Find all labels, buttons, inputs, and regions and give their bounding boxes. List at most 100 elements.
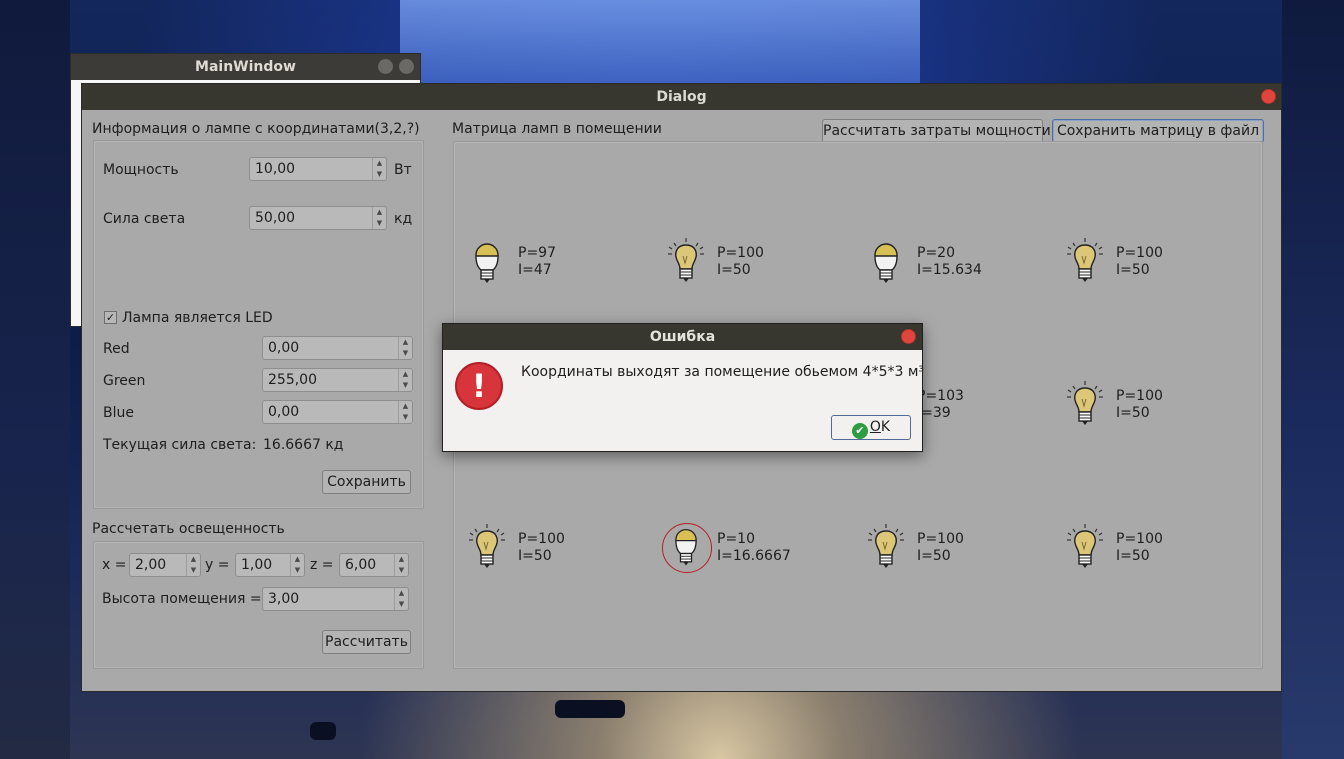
lamp-power: P=100 bbox=[518, 531, 565, 547]
spin-up-icon[interactable]: ▲ bbox=[291, 554, 304, 565]
spin-up-icon[interactable]: ▲ bbox=[373, 158, 386, 169]
main-window-titlebar[interactable]: MainWindow bbox=[71, 54, 420, 80]
spin-down-icon[interactable]: ▼ bbox=[399, 412, 412, 423]
spin-up-icon[interactable]: ▲ bbox=[187, 554, 200, 565]
light-bulb-icon[interactable] bbox=[664, 236, 708, 286]
power-spinbox[interactable]: 10,00 ▲ ▼ bbox=[249, 157, 387, 181]
current-intensity-value: 16.6667 кд bbox=[263, 437, 344, 453]
blue-label: Blue bbox=[103, 405, 134, 421]
led-checkbox[interactable]: ✓ bbox=[104, 311, 117, 324]
red-spinbox[interactable]: 0,00 ▲ ▼ bbox=[262, 336, 413, 360]
main-window-title: MainWindow bbox=[195, 59, 296, 75]
maximize-icon[interactable] bbox=[399, 59, 414, 74]
blue-value: 0,00 bbox=[268, 404, 300, 420]
dialog-titlebar[interactable]: Dialog bbox=[82, 84, 1281, 110]
wallpaper-shelf-right bbox=[1282, 0, 1344, 759]
green-value: 255,00 bbox=[268, 372, 317, 388]
calculate-button[interactable]: Рассчитать bbox=[322, 630, 411, 654]
intensity-spinbox[interactable]: 50,00 ▲ ▼ bbox=[249, 206, 387, 230]
spin-up-icon[interactable]: ▲ bbox=[399, 401, 412, 412]
spin-up-icon[interactable]: ▲ bbox=[395, 554, 408, 565]
spin-down-icon[interactable]: ▼ bbox=[373, 218, 386, 229]
save-button[interactable]: Сохранить bbox=[322, 470, 411, 494]
lamp-intensity: I=47 bbox=[518, 262, 552, 278]
spin-down-icon[interactable]: ▼ bbox=[291, 565, 304, 576]
close-icon[interactable] bbox=[1261, 89, 1276, 104]
calc-power-button[interactable]: Рассчитать затраты мощности bbox=[822, 119, 1051, 143]
lamp-power: P=20 bbox=[917, 245, 955, 261]
ok-button-label: K bbox=[880, 419, 891, 435]
light-bulb-icon[interactable] bbox=[1063, 236, 1107, 286]
error-dialog-titlebar[interactable]: Ошибка bbox=[443, 324, 922, 350]
lamp-intensity: I=50 bbox=[917, 548, 951, 564]
light-bulb-icon[interactable] bbox=[864, 522, 908, 572]
power-label: Мощность bbox=[103, 162, 179, 178]
light-bulb-icon[interactable] bbox=[1063, 522, 1107, 572]
red-label: Red bbox=[103, 341, 130, 357]
minimize-icon[interactable] bbox=[378, 59, 393, 74]
light-bulb-icon[interactable] bbox=[1063, 379, 1107, 429]
spin-down-icon[interactable]: ▼ bbox=[373, 169, 386, 180]
matrix-title: Матрица ламп в помещении bbox=[452, 121, 662, 137]
intensity-label: Сила света bbox=[103, 211, 186, 227]
blue-spinbox[interactable]: 0,00 ▲ ▼ bbox=[262, 400, 413, 424]
lamp-intensity: I=50 bbox=[717, 262, 751, 278]
spin-down-icon[interactable]: ▼ bbox=[399, 348, 412, 359]
close-icon[interactable] bbox=[901, 329, 916, 344]
error-message: Координаты выходят за помещение обьемом … bbox=[521, 364, 925, 380]
wallpaper-shelf-left bbox=[0, 0, 70, 759]
save-matrix-button[interactable]: Сохранить матрицу в файл bbox=[1052, 119, 1264, 143]
error-dialog: Ошибка ! Координаты выходят за помещение… bbox=[442, 323, 925, 452]
lamp-intensity: I=50 bbox=[518, 548, 552, 564]
y-label: y = bbox=[205, 557, 230, 573]
power-unit: Вт bbox=[394, 162, 412, 178]
green-spinbox[interactable]: 255,00 ▲ ▼ bbox=[262, 368, 413, 392]
spin-down-icon[interactable]: ▼ bbox=[399, 380, 412, 391]
wallpaper-floor-object bbox=[310, 722, 336, 740]
red-value: 0,00 bbox=[268, 340, 300, 356]
wallpaper-floor-object bbox=[555, 700, 625, 718]
lamp-info-title: Информация о лампе с координатами(3,2,?) bbox=[92, 121, 420, 137]
height-value: 3,00 bbox=[268, 591, 300, 607]
height-spinbox[interactable]: 3,00 ▲ ▼ bbox=[262, 587, 409, 611]
selected-led-lamp-icon[interactable] bbox=[662, 523, 712, 573]
lamp-intensity: I=50 bbox=[1116, 548, 1150, 564]
error-exclamation-icon: ! bbox=[455, 362, 503, 410]
x-spinbox[interactable]: 2,00 ▲ ▼ bbox=[129, 553, 201, 577]
lamp-intensity: I=50 bbox=[1116, 262, 1150, 278]
lamp-power: P=100 bbox=[917, 531, 964, 547]
lamp-intensity: I=50 bbox=[1116, 405, 1150, 421]
lamp-power: P=100 bbox=[1116, 388, 1163, 404]
ok-button[interactable]: ✔ OK bbox=[831, 415, 911, 440]
ok-button-mnemonic: O bbox=[869, 419, 881, 435]
spin-up-icon[interactable]: ▲ bbox=[395, 588, 408, 599]
led-checkbox-label[interactable]: Лампа является LED bbox=[122, 310, 273, 327]
spin-down-icon[interactable]: ▼ bbox=[395, 599, 408, 610]
led-lamp-icon[interactable] bbox=[465, 239, 509, 289]
lamp-power: P=10 bbox=[717, 531, 755, 547]
wallpaper-window bbox=[400, 0, 920, 90]
spin-up-icon[interactable]: ▲ bbox=[399, 337, 412, 348]
height-label: Высота помещения = bbox=[102, 591, 262, 607]
z-spinbox[interactable]: 6,00 ▲ ▼ bbox=[339, 553, 409, 577]
checkmark-icon: ✔ bbox=[851, 423, 868, 439]
lamp-power: P=100 bbox=[1116, 531, 1163, 547]
y-spinbox[interactable]: 1,00 ▲ ▼ bbox=[235, 553, 305, 577]
spin-up-icon[interactable]: ▲ bbox=[399, 369, 412, 380]
lamp-power: P=100 bbox=[1116, 245, 1163, 261]
x-label: x = bbox=[102, 557, 127, 573]
z-label: z = bbox=[310, 557, 334, 573]
error-dialog-title: Ошибка bbox=[649, 329, 716, 345]
lamp-power: P=100 bbox=[717, 245, 764, 261]
led-lamp-icon[interactable] bbox=[864, 239, 908, 289]
green-label: Green bbox=[103, 373, 146, 389]
spin-up-icon[interactable]: ▲ bbox=[373, 207, 386, 218]
lamp-intensity: I=16.6667 bbox=[717, 548, 791, 564]
light-bulb-icon[interactable] bbox=[465, 522, 509, 572]
spin-down-icon[interactable]: ▼ bbox=[395, 565, 408, 576]
spin-down-icon[interactable]: ▼ bbox=[187, 565, 200, 576]
dialog-title: Dialog bbox=[656, 89, 707, 105]
z-value: 6,00 bbox=[345, 557, 377, 573]
illumination-title: Рассчетать освещенность bbox=[92, 521, 285, 537]
intensity-value: 50,00 bbox=[255, 210, 296, 226]
